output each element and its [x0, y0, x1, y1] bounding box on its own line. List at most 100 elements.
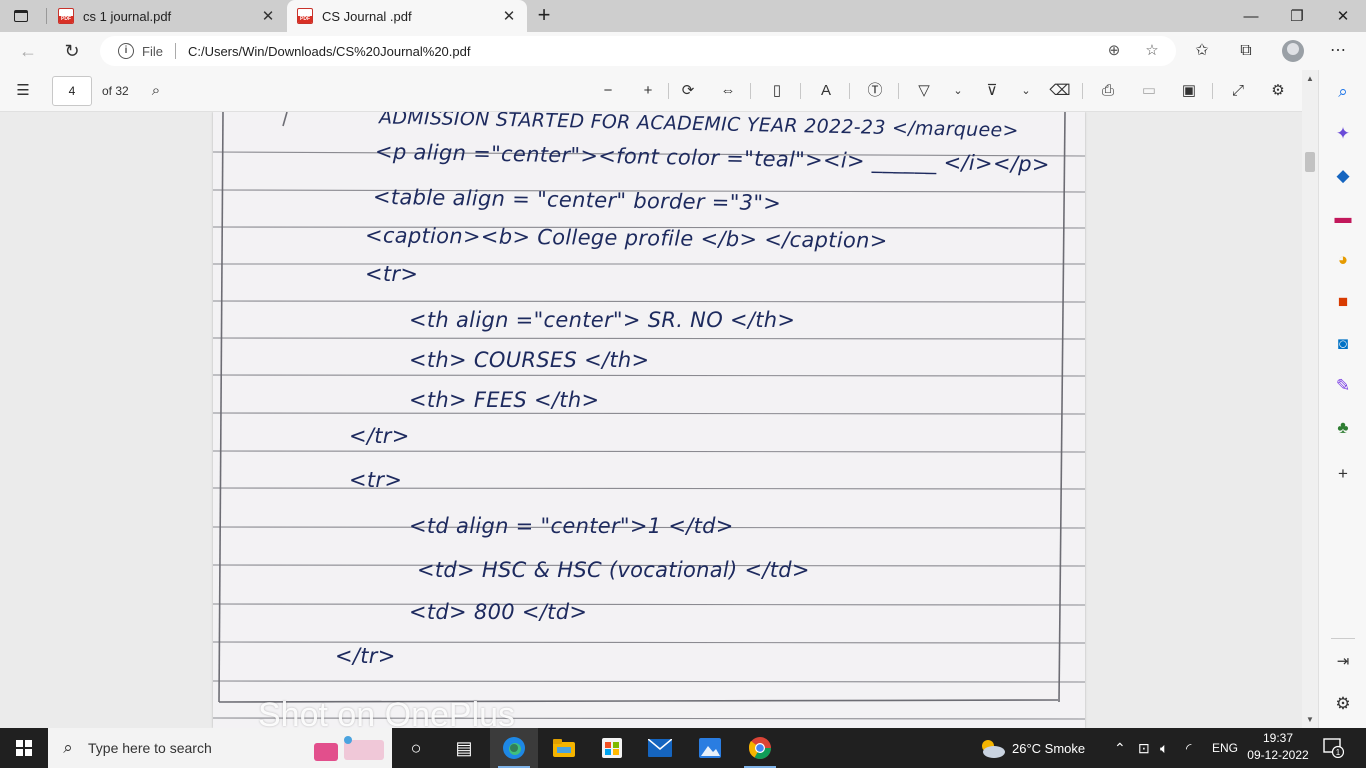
windows-logo-icon — [16, 740, 32, 756]
toolbar-divider — [849, 83, 850, 99]
toolbar-divider — [1212, 83, 1213, 99]
edge-app-icon[interactable] — [490, 728, 538, 768]
tab-strip: cs 1 journal.pdf ✕ CS Journal .pdf ✕ + —… — [0, 0, 1366, 32]
meet-now-icon[interactable]: ⊡ — [1138, 728, 1150, 768]
notification-icon[interactable]: 1 — [1322, 736, 1345, 759]
windows-taskbar: ⌕ Type here to search ○ ▤ 26°C Smoke ⌃ ⊡… — [0, 728, 1366, 768]
site-info-icon[interactable]: i — [118, 43, 134, 59]
vertical-scrollbar[interactable]: ▲ ▼ — [1302, 70, 1318, 728]
address-divider — [174, 43, 176, 59]
widgets-icon[interactable]: ▤ — [440, 728, 488, 768]
toolbar-divider — [898, 83, 899, 99]
highlight-icon[interactable]: ⊽ — [979, 79, 1005, 103]
handwritten-line: <th> COURSES </th> — [409, 348, 650, 372]
language-indicator[interactable]: ENG — [1212, 728, 1238, 768]
favorites-icon[interactable]: ✩ — [1188, 40, 1216, 62]
toolbar-divider — [750, 83, 751, 99]
contents-icon[interactable]: ☰ — [10, 79, 36, 103]
handwritten-line: <td> 800 </td> — [409, 600, 588, 624]
fullscreen-icon[interactable]: ⤢ — [1225, 79, 1251, 103]
add-text-icon[interactable]: Ⓣ — [862, 79, 888, 103]
designer-icon[interactable]: ✎ — [1331, 374, 1355, 398]
search-placeholder: Type here to search — [88, 740, 212, 756]
page-number-input[interactable]: 4 — [52, 76, 92, 106]
minimize-button[interactable]: — — [1228, 0, 1274, 32]
add-favorite-icon[interactable]: ☆ — [1141, 40, 1163, 62]
search-icon[interactable]: ⌕ — [1331, 80, 1355, 104]
taskbar-clock[interactable]: 19:37 09-12-2022 — [1240, 730, 1316, 766]
highlight-options-chevron-icon[interactable]: ⌄ — [1013, 79, 1039, 103]
collections-icon[interactable]: ⧉ — [1232, 40, 1260, 62]
draw-icon[interactable]: ▽ — [911, 79, 937, 103]
taskbar-search[interactable]: ⌕ Type here to search — [48, 728, 392, 768]
search-highlight-icon[interactable] — [314, 734, 388, 762]
photos-icon[interactable] — [686, 728, 734, 768]
pdf-viewport[interactable]: ADMISSION STARTED FOR ACADEMIC YEAR 2022… — [0, 112, 1302, 728]
profile-avatar[interactable] — [1282, 40, 1304, 62]
close-window-button[interactable]: ✕ — [1320, 0, 1366, 32]
print-icon[interactable]: ⎙ — [1095, 79, 1121, 103]
save-icon[interactable]: ▭ — [1136, 79, 1162, 103]
handwritten-line: <td align = "center">1 </td> — [409, 514, 734, 538]
draw-options-chevron-icon[interactable]: ⌄ — [945, 79, 971, 103]
handwritten-line: </tr> — [335, 644, 396, 668]
task-view-icon[interactable]: ○ — [392, 728, 440, 768]
toolbar-divider — [1082, 83, 1083, 99]
back-button[interactable]: ← — [14, 38, 42, 64]
sidebar-settings-icon[interactable]: ⚙ — [1331, 692, 1355, 716]
zoom-in-icon[interactable]: + — [635, 79, 661, 103]
chrome-icon[interactable] — [736, 728, 784, 768]
pdf-page: ADMISSION STARTED FOR ACADEMIC YEAR 2022… — [213, 112, 1085, 728]
rotate-icon[interactable]: ⟳ — [675, 79, 701, 103]
pdf-settings-icon[interactable]: ⚙ — [1265, 79, 1291, 103]
zoom-out-icon[interactable]: − — [595, 79, 621, 103]
drop-icon[interactable]: ♣ — [1331, 416, 1355, 440]
refresh-button[interactable]: ↻ — [58, 38, 86, 64]
pdf-toolbar: ☰ 4 of 32 ⌕ − + ⟳ ⇔ ▯ A Ⓣ ▽ ⌄ ⊽ ⌄ ⌫ ⎙ ▭ … — [0, 70, 1318, 112]
tab-close-icon[interactable]: ✕ — [256, 7, 280, 25]
tab-cs-journal[interactable]: CS Journal .pdf ✕ — [287, 0, 527, 32]
tools-icon[interactable]: ▬ — [1331, 206, 1355, 230]
tab-close-icon[interactable]: ✕ — [497, 7, 521, 25]
pdf-file-icon — [58, 8, 74, 24]
show-hidden-icons-icon[interactable]: ⌃ — [1114, 728, 1126, 768]
page-view-icon[interactable]: ▯ — [764, 79, 790, 103]
start-button[interactable] — [0, 728, 48, 768]
read-aloud-icon[interactable]: A — [813, 79, 839, 103]
handwritten-line: <tr> — [349, 468, 403, 492]
scroll-up-icon[interactable]: ▲ — [1306, 74, 1314, 83]
mail-icon[interactable] — [636, 728, 684, 768]
shopping-icon[interactable]: ◆ — [1331, 164, 1355, 188]
zoom-icon[interactable]: ⊕ — [1103, 40, 1125, 62]
page-total: of 32 — [102, 84, 129, 98]
games-icon[interactable]: ◕ — [1331, 248, 1355, 272]
outlook-icon[interactable]: ◙ — [1331, 332, 1355, 356]
fit-to-page-icon[interactable]: ⇔ — [715, 79, 741, 103]
save-as-icon[interactable]: ▣ — [1176, 79, 1202, 103]
weather-widget[interactable]: 26°C Smoke — [978, 728, 1085, 768]
hide-sidebar-icon[interactable]: ⇥ — [1331, 650, 1355, 674]
restore-button[interactable]: ❐ — [1274, 0, 1320, 32]
find-icon[interactable]: ⌕ — [143, 79, 169, 103]
url-text[interactable]: C:/Users/Win/Downloads/CS%20Journal%20.p… — [188, 44, 1176, 59]
handwritten-line: <th> FEES </th> — [409, 388, 600, 412]
store-icon[interactable] — [588, 728, 636, 768]
copilot-icon[interactable]: ✦ — [1331, 122, 1355, 146]
settings-more-icon[interactable]: ⋯ — [1324, 40, 1352, 62]
volume-icon[interactable]: 🔈︎ — [1160, 728, 1168, 768]
new-tab-button[interactable]: + — [532, 4, 556, 28]
add-sidebar-app-icon[interactable]: + — [1331, 462, 1355, 486]
pdf-file-icon — [297, 8, 313, 24]
scrollbar-thumb[interactable] — [1305, 152, 1315, 172]
tab-divider — [46, 8, 47, 24]
clock-date: 09-12-2022 — [1247, 748, 1309, 762]
wifi-icon[interactable]: ◜ — [1186, 728, 1191, 768]
handwritten-line: <tr> — [365, 262, 419, 286]
tab-cs-1-journal[interactable]: cs 1 journal.pdf ✕ — [48, 0, 286, 32]
tab-actions-icon[interactable] — [10, 6, 32, 26]
office-icon[interactable]: ■ — [1331, 290, 1355, 314]
address-bar[interactable]: i File C:/Users/Win/Downloads/CS%20Journ… — [100, 36, 1176, 66]
file-explorer-icon[interactable] — [540, 728, 588, 768]
erase-icon[interactable]: ⌫ — [1047, 79, 1073, 103]
scroll-down-icon[interactable]: ▼ — [1306, 715, 1314, 724]
